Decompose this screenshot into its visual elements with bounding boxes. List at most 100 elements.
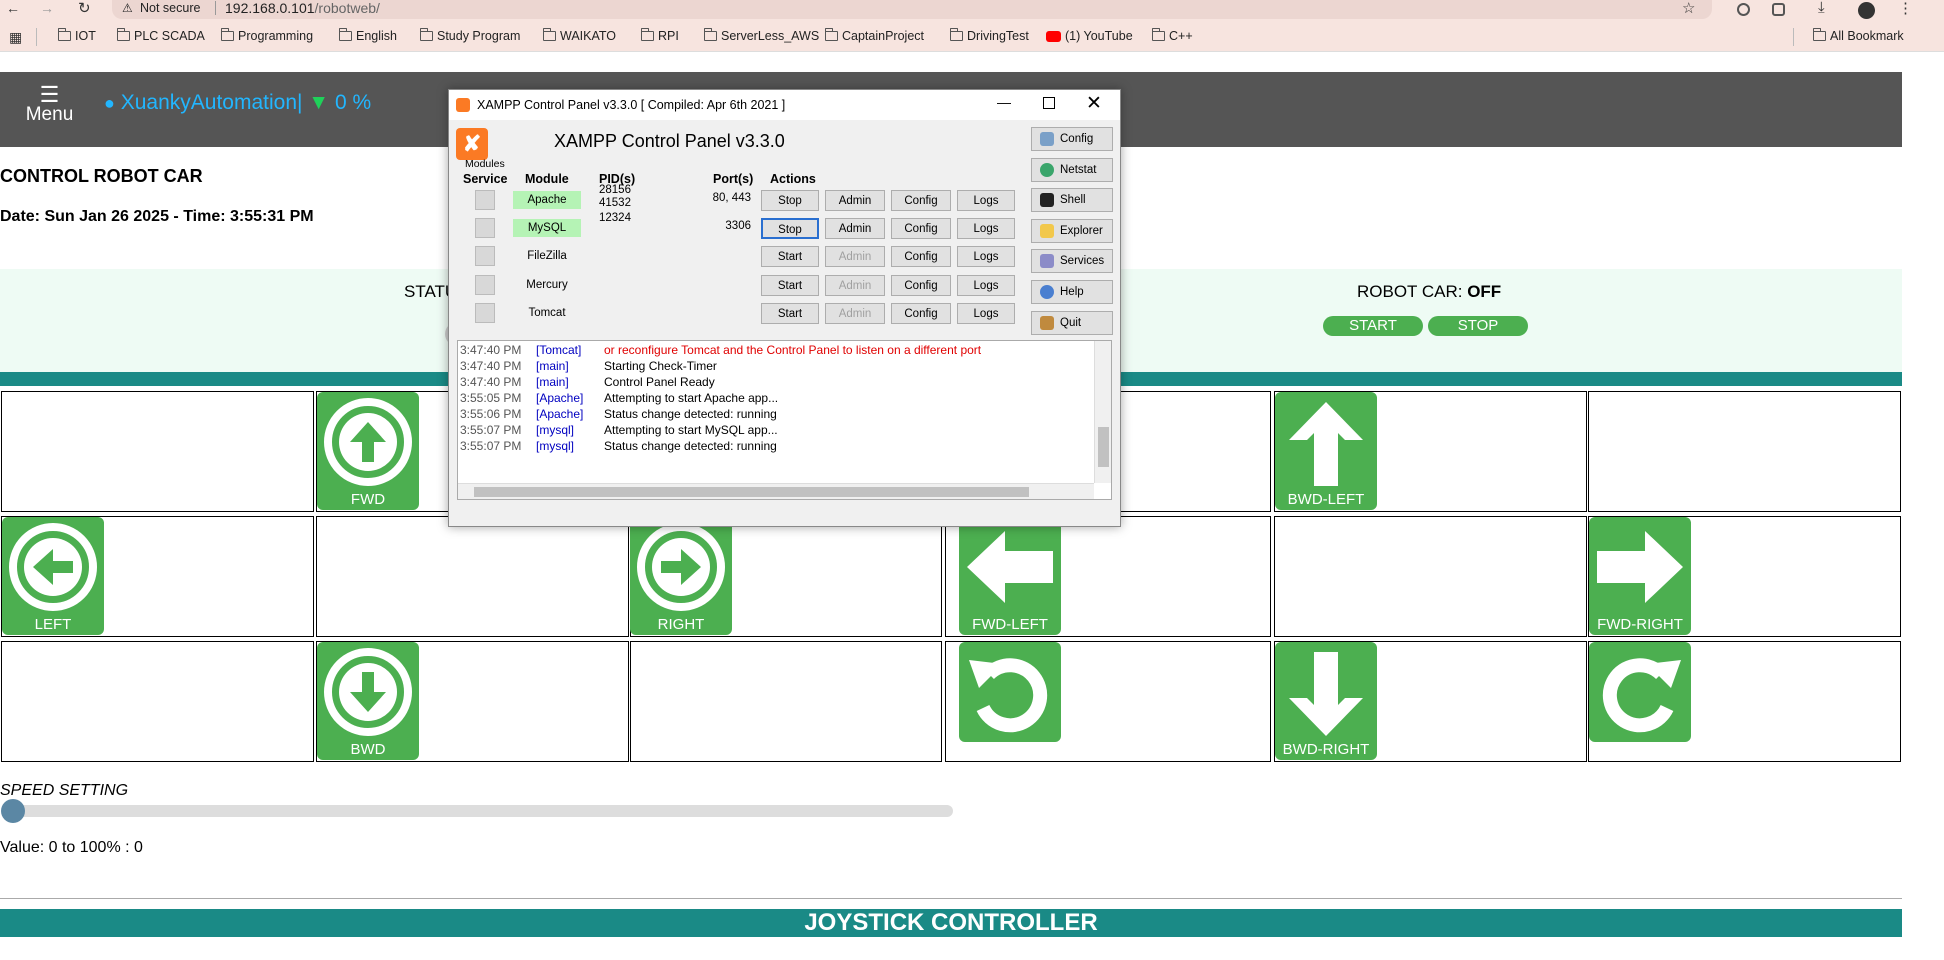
services-label: Services xyxy=(1060,255,1105,267)
quit-label: Quit xyxy=(1060,317,1082,329)
services-button[interactable]: Services xyxy=(1031,249,1113,273)
folder-icon xyxy=(338,28,352,41)
fwd-right-button[interactable]: FWD-RIGHT xyxy=(1589,517,1691,635)
bookmark-youtube[interactable]: (1) YouTube xyxy=(1046,29,1133,43)
profile-avatar[interactable] xyxy=(1858,2,1875,19)
more-icon[interactable]: ⋮ xyxy=(1898,0,1913,17)
reload-icon[interactable]: ↻ xyxy=(78,0,91,17)
terminal-icon xyxy=(1040,193,1054,207)
logs-button[interactable]: Logs xyxy=(957,246,1015,267)
bwd-left-button[interactable]: BWD-LEFT xyxy=(1275,392,1377,510)
bookmark-serverless-aws[interactable]: ServerLess_AWS xyxy=(703,28,819,43)
service-checkbox[interactable] xyxy=(475,218,495,238)
start-stop-button[interactable]: Stop xyxy=(761,218,819,239)
logs-button[interactable]: Logs xyxy=(957,275,1015,296)
start-button[interactable]: START xyxy=(1323,316,1423,336)
service-checkbox[interactable] xyxy=(475,275,495,295)
fwd-left-button[interactable]: FWD-LEFT xyxy=(959,517,1061,635)
fwd-label: FWD xyxy=(350,491,386,508)
log-vertical-scrollbar[interactable] xyxy=(1094,341,1111,483)
star-icon[interactable]: ☆ xyxy=(1682,0,1695,17)
folder-icon xyxy=(116,28,130,41)
admin-button[interactable]: Admin xyxy=(825,275,885,296)
rotate-right-button[interactable] xyxy=(1589,642,1691,742)
log-panel[interactable]: 3:47:40 PM [Tomcat] or reconfigure Tomcat … xyxy=(457,340,1112,500)
module-config-button[interactable]: Config xyxy=(891,190,951,211)
module-config-button[interactable]: Config xyxy=(891,246,951,267)
bookmark-captainproject[interactable]: CaptainProject xyxy=(824,28,924,43)
bookmark-rpi[interactable]: RPI xyxy=(640,28,679,43)
right-button[interactable]: RIGHT xyxy=(630,517,732,635)
menu-button[interactable]: ☰ Menu xyxy=(22,84,77,126)
admin-button[interactable]: Admin xyxy=(825,246,885,267)
logs-button[interactable]: Logs xyxy=(957,190,1015,211)
quit-button[interactable]: Quit xyxy=(1031,311,1113,335)
module-name: FileZilla xyxy=(527,250,567,262)
shell-button[interactable]: Shell xyxy=(1031,188,1113,212)
admin-button[interactable]: Admin xyxy=(825,303,885,324)
maximize-icon[interactable] xyxy=(1043,97,1055,109)
bwd-button[interactable]: BWD xyxy=(317,642,419,760)
config-button[interactable]: Config xyxy=(1031,127,1113,151)
fwd-button[interactable]: FWD xyxy=(317,392,419,510)
forward-icon[interactable]: → xyxy=(40,0,54,16)
service-checkbox[interactable] xyxy=(475,303,495,323)
bookmark-iot[interactable]: IOT xyxy=(57,28,96,43)
folder-icon xyxy=(220,28,234,41)
ports: 80, 443 xyxy=(712,192,751,204)
apps-grid-icon[interactable]: ▦ xyxy=(9,29,22,46)
netstat-button[interactable]: Netstat xyxy=(1031,158,1113,182)
stop-button[interactable]: STOP xyxy=(1428,316,1528,336)
door-icon xyxy=(1040,316,1054,330)
bookmark-cpp[interactable]: C++ xyxy=(1151,28,1193,43)
admin-button[interactable]: Admin xyxy=(825,190,885,211)
bookmark-study-program[interactable]: Study Program xyxy=(419,28,520,43)
bookmark-english[interactable]: English xyxy=(338,28,397,43)
extension-icon[interactable] xyxy=(1737,3,1750,16)
bookmark-programming[interactable]: Programming xyxy=(220,28,313,43)
rotate-left-button[interactable] xyxy=(959,642,1061,742)
grid-cell xyxy=(1,641,314,762)
log-time: 3:55:06 PM xyxy=(460,407,522,421)
service-checkbox[interactable] xyxy=(475,190,495,210)
bwd-right-button[interactable]: BWD-RIGHT xyxy=(1275,642,1377,760)
module-config-button[interactable]: Config xyxy=(891,275,951,296)
log-vertical-thumb[interactable] xyxy=(1098,427,1109,467)
module-config-button[interactable]: Config xyxy=(891,218,951,239)
robot-car-label: ROBOT CAR: xyxy=(1357,282,1468,301)
bookmark-waikato[interactable]: WAIKATO xyxy=(542,28,616,43)
log-time: 3:55:05 PM xyxy=(460,391,522,405)
xampp-heading: XAMPP Control Panel v3.3.0 xyxy=(554,131,785,151)
menu-label: Menu xyxy=(25,104,74,125)
bookmark-plc-scada[interactable]: PLC SCADA xyxy=(116,28,205,43)
start-stop-button[interactable]: Start xyxy=(761,303,819,324)
address-bar[interactable]: ⚠ Not secure 192.168.0.101/robotweb/ ☆ xyxy=(112,0,1712,19)
logs-button[interactable]: Logs xyxy=(957,303,1015,324)
speed-slider[interactable] xyxy=(3,805,953,817)
help-button[interactable]: Help xyxy=(1031,280,1113,304)
log-horizontal-thumb[interactable] xyxy=(474,487,1029,497)
log-horizontal-scrollbar[interactable] xyxy=(458,483,1094,499)
puzzle-icon[interactable] xyxy=(1772,3,1785,16)
service-checkbox[interactable] xyxy=(475,246,495,266)
back-icon[interactable]: ← xyxy=(6,0,20,16)
bookmark-drivingtest[interactable]: DrivingTest xyxy=(949,28,1029,43)
minimize-icon[interactable]: — xyxy=(997,94,1011,110)
speed-slider-handle[interactable] xyxy=(1,799,25,823)
arrow-left-icon xyxy=(967,531,1053,603)
left-button[interactable]: LEFT xyxy=(2,517,104,635)
start-stop-button[interactable]: Start xyxy=(761,246,819,267)
start-stop-button[interactable]: Stop xyxy=(761,190,819,211)
explorer-button[interactable]: Explorer xyxy=(1031,219,1113,243)
all-bookmarks[interactable]: All Bookmark xyxy=(1812,28,1904,43)
services-icon xyxy=(1040,254,1054,268)
header-service: Service xyxy=(463,172,508,186)
admin-button[interactable]: Admin xyxy=(825,218,885,239)
start-stop-button[interactable]: Start xyxy=(761,275,819,296)
close-icon[interactable]: ✕ xyxy=(1086,92,1102,115)
module-config-button[interactable]: Config xyxy=(891,303,951,324)
bwd-label: BWD xyxy=(350,741,386,758)
download-icon[interactable]: ⤓ xyxy=(1818,0,1825,16)
logs-button[interactable]: Logs xyxy=(957,218,1015,239)
pid-1: 12324 xyxy=(599,212,631,224)
